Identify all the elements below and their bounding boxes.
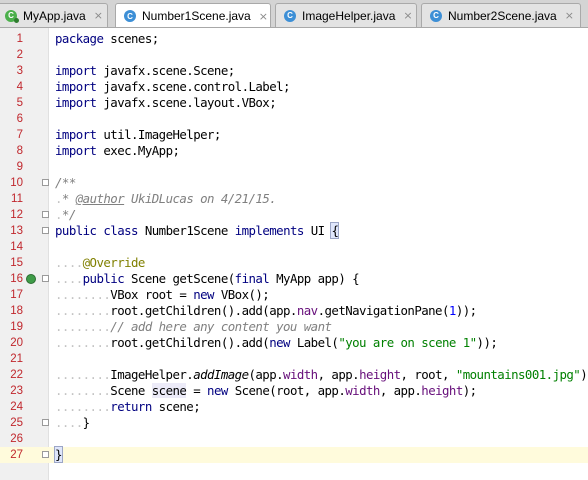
code-line[interactable]: 15 ....@Override xyxy=(0,255,588,271)
line-number: 25 xyxy=(10,417,23,429)
app-class-icon: C xyxy=(5,9,19,23)
tab-label: Number1Scene.java xyxy=(142,9,251,23)
code-line[interactable]: 17 ........VBox root = new VBox(); xyxy=(0,287,588,303)
line-number: 16 xyxy=(10,273,23,285)
code-line[interactable]: 10 /** xyxy=(0,175,588,191)
code-text[interactable]: public class Number1Scene implements UI … xyxy=(55,222,340,239)
line-number: 18 xyxy=(10,305,23,317)
line-number: 19 xyxy=(10,321,23,333)
implements-method-icon[interactable] xyxy=(26,274,36,284)
fold-marker-icon[interactable] xyxy=(42,211,49,218)
line-number: 1 xyxy=(16,33,23,45)
line-number: 2 xyxy=(16,49,23,61)
line-number: 24 xyxy=(10,401,23,413)
code-line[interactable]: 24 ........return scene; xyxy=(0,399,588,415)
fold-marker-icon[interactable] xyxy=(42,451,49,458)
code-text[interactable]: .* @author UkiDLucas on 4/21/15. xyxy=(55,191,277,207)
fold-marker-icon[interactable] xyxy=(42,179,49,186)
fold-marker-icon[interactable] xyxy=(42,227,49,234)
code-line[interactable]: 3 import javafx.scene.Scene; xyxy=(0,63,588,79)
class-icon: C xyxy=(124,10,136,22)
line-number: 11 xyxy=(11,193,23,205)
code-text[interactable]: ....@Override xyxy=(55,255,145,271)
code-text[interactable]: ........VBox root = new VBox(); xyxy=(55,287,270,303)
code-text[interactable]: import javafx.scene.Scene; xyxy=(55,63,235,79)
code-text[interactable]: import util.ImageHelper; xyxy=(55,127,221,143)
code-text[interactable]: ........root.getChildren().add(app.nav.g… xyxy=(55,303,477,319)
tab-label: MyApp.java xyxy=(23,8,86,23)
close-icon[interactable]: × xyxy=(259,10,268,23)
line-number: 12 xyxy=(10,209,23,221)
line-number: 14 xyxy=(10,241,23,253)
code-line[interactable]: 18 ........root.getChildren().add(app.nav… xyxy=(0,303,588,319)
code-text[interactable]: ........return scene; xyxy=(55,399,201,415)
line-number: 15 xyxy=(10,257,23,269)
line-number: 26 xyxy=(10,433,23,445)
code-text[interactable]: ........Scene scene = new Scene(root, ap… xyxy=(55,383,477,399)
line-number: 7 xyxy=(16,129,23,141)
line-number: 8 xyxy=(16,145,23,157)
tab-myapp[interactable]: C MyApp.java × xyxy=(0,3,108,27)
line-number: 13 xyxy=(10,225,23,237)
code-line[interactable]: 4 import javafx.scene.control.Label; xyxy=(0,79,588,95)
line-number: 23 xyxy=(10,385,23,397)
code-text[interactable]: ........ImageHelper.addImage(app.width, … xyxy=(55,367,588,383)
line-number: 21 xyxy=(10,353,23,365)
code-text[interactable]: ....public Scene getScene(final MyApp ap… xyxy=(55,271,360,287)
code-line[interactable]: 9 xyxy=(0,159,588,175)
tab-number1scene[interactable]: C Number1Scene.java × xyxy=(115,3,271,27)
code-text[interactable]: import exec.MyApp; xyxy=(55,143,180,159)
editor-tab-bar: C MyApp.java × C Number1Scene.java × C I… xyxy=(0,0,588,28)
code-line[interactable]: 12 .*/ xyxy=(0,207,588,223)
code-line[interactable]: 27} xyxy=(0,446,588,463)
close-icon[interactable]: × xyxy=(94,9,103,22)
close-icon[interactable]: × xyxy=(403,9,412,22)
code-line[interactable]: 23 ........Scene scene = new Scene(root, … xyxy=(0,383,588,399)
code-line[interactable]: 25....} xyxy=(0,415,588,431)
code-line[interactable]: 5 import javafx.scene.layout.VBox; xyxy=(0,95,588,111)
code-line[interactable]: 13 public class Number1Scene implements U… xyxy=(0,222,588,239)
fold-marker-icon[interactable] xyxy=(42,275,49,282)
code-text[interactable]: ....} xyxy=(55,415,90,431)
line-number: 27 xyxy=(10,449,23,461)
code-text[interactable]: ........root.getChildren().add(new Label… xyxy=(55,335,498,351)
code-text[interactable]: /** xyxy=(55,175,76,191)
line-number: 10 xyxy=(10,177,23,189)
class-icon: C xyxy=(430,9,442,22)
tab-label: ImageHelper.java xyxy=(302,8,396,23)
fold-marker-icon[interactable] xyxy=(42,419,49,426)
code-line[interactable]: 16 ....public Scene getScene(final MyApp … xyxy=(0,271,588,287)
code-line[interactable]: 1 package scenes; xyxy=(0,31,588,47)
class-icon: C xyxy=(284,9,296,22)
code-line[interactable]: 6 xyxy=(0,111,588,127)
code-line[interactable]: 22 ........ImageHelper.addImage(app.width… xyxy=(0,367,588,383)
line-number: 9 xyxy=(16,161,23,173)
line-number: 5 xyxy=(16,97,23,109)
code-text[interactable]: import javafx.scene.control.Label; xyxy=(55,79,291,95)
code-text[interactable]: ........// add here any content you want xyxy=(55,319,332,335)
code-text[interactable]: import javafx.scene.layout.VBox; xyxy=(55,95,277,111)
tab-imagehelper[interactable]: C ImageHelper.java × xyxy=(275,3,417,27)
code-text[interactable]: } xyxy=(54,446,63,463)
code-text[interactable]: .*/ xyxy=(55,207,76,223)
line-number: 3 xyxy=(16,65,23,77)
code-line[interactable]: 26 xyxy=(0,431,588,447)
code-text[interactable]: package scenes; xyxy=(55,31,159,47)
close-icon[interactable]: × xyxy=(565,9,574,22)
code-line[interactable]: 19 ........// add here any content you wa… xyxy=(0,319,588,335)
line-number: 20 xyxy=(10,337,23,349)
line-number: 4 xyxy=(16,81,23,93)
line-number: 22 xyxy=(10,369,23,381)
tab-number2scene[interactable]: C Number2Scene.java × xyxy=(421,3,581,27)
code-line[interactable]: 21 xyxy=(0,351,588,367)
line-number: 17 xyxy=(10,289,23,301)
code-line[interactable]: 20 ........root.getChildren().add(new Lab… xyxy=(0,335,588,351)
tab-label: Number2Scene.java xyxy=(448,8,557,23)
line-number: 6 xyxy=(16,113,23,125)
code-line[interactable]: 14 xyxy=(0,239,588,255)
code-line[interactable]: 7 import util.ImageHelper; xyxy=(0,127,588,143)
code-line[interactable]: 8 import exec.MyApp; xyxy=(0,143,588,159)
code-line[interactable]: 2 xyxy=(0,47,588,63)
code-line[interactable]: 11 .* @author UkiDLucas on 4/21/15. xyxy=(0,191,588,207)
